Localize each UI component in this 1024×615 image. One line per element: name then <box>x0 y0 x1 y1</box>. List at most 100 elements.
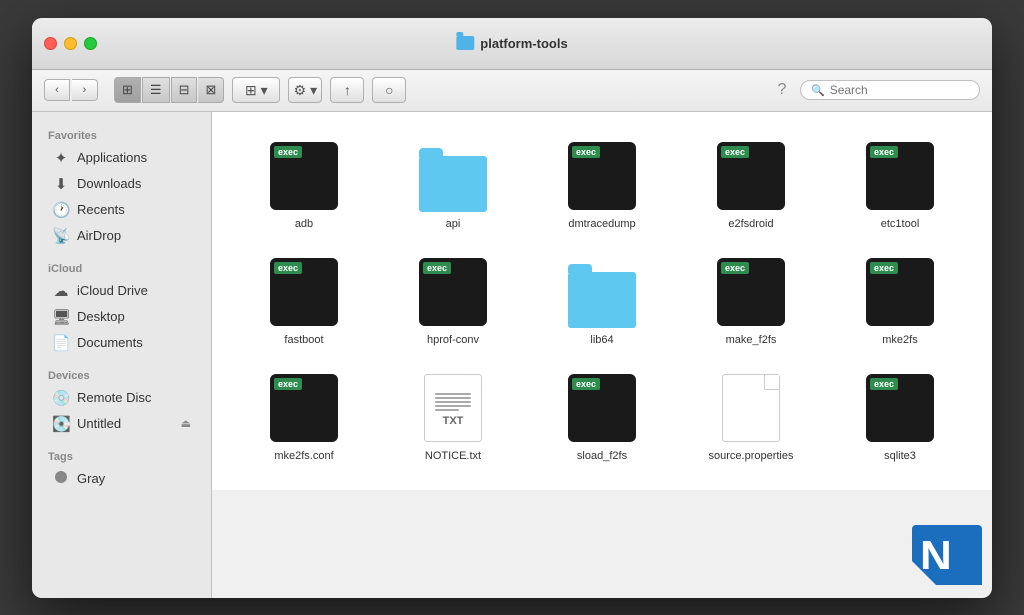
sidebar-item-recents[interactable]: 🕐 Recents <box>36 197 207 223</box>
list-item[interactable]: exec etc1tool <box>828 132 972 238</box>
exec-icon: exec <box>419 258 487 326</box>
list-item[interactable]: lib64 <box>530 248 674 354</box>
search-icon: 🔍 <box>811 84 825 97</box>
recents-icon: 🕐 <box>52 201 70 219</box>
file-name: adb <box>295 218 313 230</box>
list-view-button[interactable]: ☰ <box>142 77 170 103</box>
list-item[interactable]: exec adb <box>232 132 376 238</box>
file-name: api <box>446 218 461 230</box>
list-item[interactable]: exec dmtracedump <box>530 132 674 238</box>
file-icon-sload_f2fs: exec <box>566 372 638 444</box>
folder-icon <box>568 272 636 328</box>
file-name: sload_f2fs <box>577 450 627 462</box>
downloads-icon: ⬇ <box>52 175 70 193</box>
forward-button[interactable]: › <box>72 79 98 101</box>
airdrop-icon: 📡 <box>52 227 70 245</box>
file-name: fastboot <box>284 334 323 346</box>
toolbar: ‹ › ⊞ ☰ ⊟ ⊠ ⊞ ▾ ⚙ ▾ ↑ ○ ? 🔍 <box>32 70 992 112</box>
file-name: mke2fs <box>882 334 917 346</box>
file-name: NOTICE.txt <box>425 450 481 462</box>
file-icon-sqlite3: exec <box>864 372 936 444</box>
exec-icon: exec <box>270 374 338 442</box>
sidebar-item-airdrop[interactable]: 📡 AirDrop <box>36 223 207 249</box>
cover-view-button[interactable]: ⊠ <box>198 77 224 103</box>
list-item[interactable]: exec mke2fs.conf <box>232 364 376 470</box>
icon-view-button[interactable]: ⊞ <box>114 77 141 103</box>
search-box[interactable]: 🔍 <box>800 80 980 100</box>
sidebar-item-label: Gray <box>77 471 105 486</box>
file-icon-dmtracedump: exec <box>566 140 638 212</box>
file-icon-adb: exec <box>268 140 340 212</box>
list-item[interactable]: TXT NOTICE.txt <box>381 364 525 470</box>
back-button[interactable]: ‹ <box>44 79 70 101</box>
share-button[interactable]: ↑ <box>330 77 364 103</box>
exec-badge: exec <box>274 262 302 274</box>
file-name: dmtracedump <box>568 218 635 230</box>
sidebar-item-applications[interactable]: ✦ Applications <box>36 145 207 171</box>
list-item[interactable]: exec hprof-conv <box>381 248 525 354</box>
sidebar-item-label: Downloads <box>77 176 141 191</box>
exec-badge: exec <box>572 146 600 158</box>
exec-badge: exec <box>870 146 898 158</box>
file-icon-notice-txt: TXT <box>417 372 489 444</box>
list-item[interactable]: exec sqlite3 <box>828 364 972 470</box>
untitled-icon: 💽 <box>52 415 70 433</box>
file-area: exec adb api <box>212 112 992 490</box>
file-icon-etc1tool: exec <box>864 140 936 212</box>
list-item[interactable]: exec mke2fs <box>828 248 972 354</box>
sidebar-item-remote-disc[interactable]: 💿 Remote Disc <box>36 385 207 411</box>
list-item[interactable]: exec e2fsdroid <box>679 132 823 238</box>
exec-badge: exec <box>572 378 600 390</box>
sidebar-item-label: iCloud Drive <box>77 283 148 298</box>
file-name: source.properties <box>709 450 794 462</box>
exec-icon: exec <box>866 374 934 442</box>
list-item[interactable]: exec sload_f2fs <box>530 364 674 470</box>
list-item[interactable]: api <box>381 132 525 238</box>
gray-tag-icon <box>52 470 70 488</box>
exec-badge: exec <box>870 378 898 390</box>
sidebar-item-icloud-drive[interactable]: ☁ iCloud Drive <box>36 278 207 304</box>
list-item[interactable]: exec make_f2fs <box>679 248 823 354</box>
exec-icon: exec <box>866 258 934 326</box>
icloud-drive-icon: ☁ <box>52 282 70 300</box>
documents-icon: 📄 <box>52 334 70 352</box>
sidebar-item-documents[interactable]: 📄 Documents <box>36 330 207 356</box>
desktop-icon: 🖥 <box>52 308 70 326</box>
file-name: lib64 <box>590 334 613 346</box>
sidebar-item-label: AirDrop <box>77 228 121 243</box>
txt-line <box>435 405 471 407</box>
txt-lines <box>435 393 471 411</box>
watermark-logo: N <box>912 525 982 590</box>
eject-icon[interactable]: ⏏ <box>181 417 191 430</box>
file-name: hprof-conv <box>427 334 479 346</box>
arrange-button[interactable]: ⊞ ▾ <box>232 77 280 103</box>
remote-disc-icon: 💿 <box>52 389 70 407</box>
exec-icon: exec <box>866 142 934 210</box>
close-button[interactable] <box>44 37 57 50</box>
exec-badge: exec <box>274 146 302 158</box>
list-item[interactable]: exec fastboot <box>232 248 376 354</box>
column-view-button[interactable]: ⊟ <box>171 77 198 103</box>
help-button[interactable]: ? <box>772 81 792 99</box>
file-icon-mke2fs: exec <box>864 256 936 328</box>
fullscreen-button[interactable] <box>84 37 97 50</box>
file-name: mke2fs.conf <box>274 450 333 462</box>
exec-icon: exec <box>717 258 785 326</box>
file-icon-mke2fs-conf: exec <box>268 372 340 444</box>
titlebar: platform-tools <box>32 18 992 70</box>
title-folder-icon <box>456 36 474 50</box>
txt-line <box>435 401 471 403</box>
minimize-button[interactable] <box>64 37 77 50</box>
search-input[interactable] <box>830 83 969 97</box>
tag-button[interactable]: ○ <box>372 77 406 103</box>
sidebar-item-untitled[interactable]: 💽 Untitled ⏏ <box>36 411 207 437</box>
main-content: Favorites ✦ Applications ⬇ Downloads 🕐 R… <box>32 112 992 598</box>
sidebar-item-downloads[interactable]: ⬇ Downloads <box>36 171 207 197</box>
exec-badge: exec <box>870 262 898 274</box>
sidebar-item-desktop[interactable]: 🖥 Desktop <box>36 304 207 330</box>
action-button[interactable]: ⚙ ▾ <box>288 77 322 103</box>
file-name: make_f2fs <box>726 334 777 346</box>
sidebar-item-label: Recents <box>77 202 125 217</box>
list-item[interactable]: source.properties <box>679 364 823 470</box>
sidebar-item-gray-tag[interactable]: Gray <box>36 466 207 492</box>
